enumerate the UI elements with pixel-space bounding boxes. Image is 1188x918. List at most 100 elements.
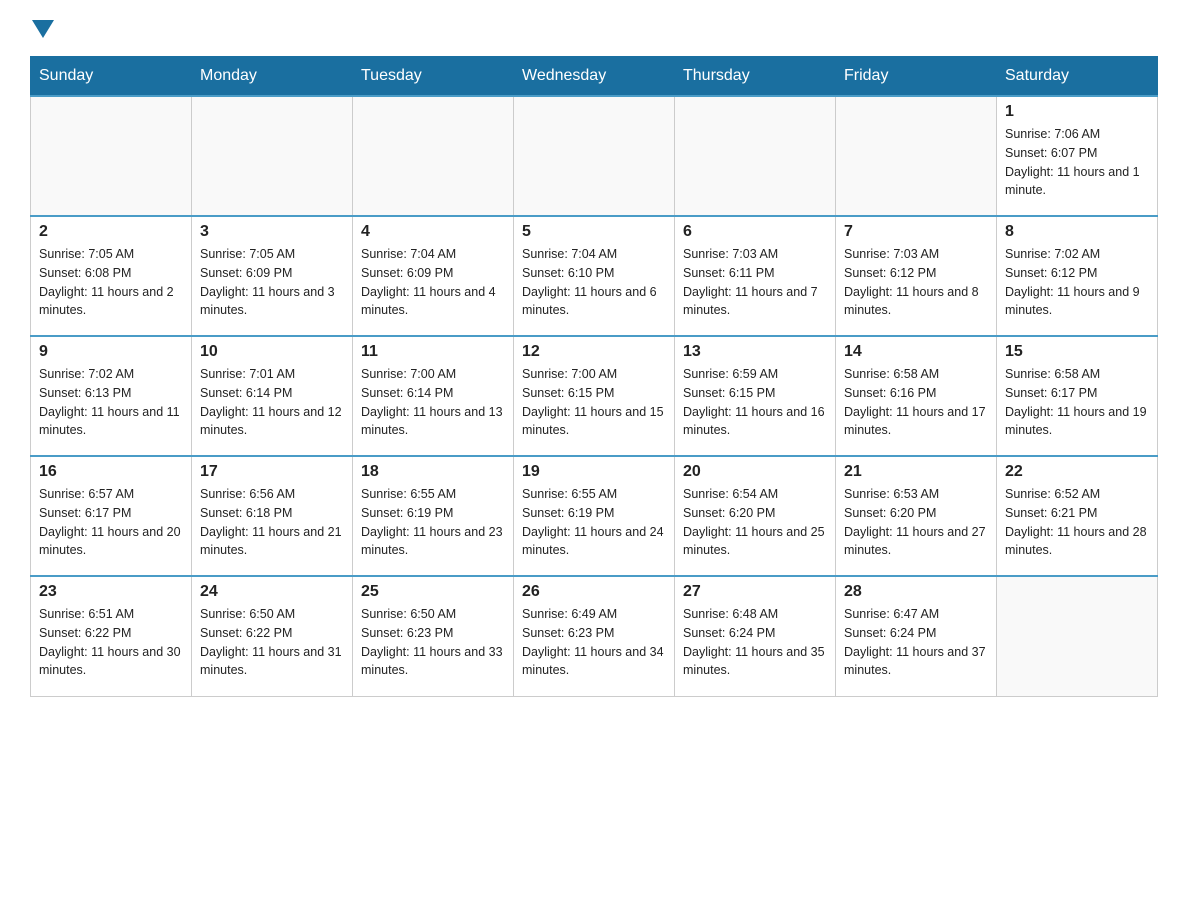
day-of-week-header: Thursday <box>675 57 836 97</box>
calendar-day-cell: 16 Sunrise: 6:57 AM Sunset: 6:17 PM Dayli… <box>31 456 192 576</box>
day-info: Sunrise: 7:03 AM Sunset: 6:11 PM Dayligh… <box>683 245 827 320</box>
day-info: Sunrise: 6:51 AM Sunset: 6:22 PM Dayligh… <box>39 605 183 680</box>
day-number: 9 <box>39 343 183 361</box>
day-info: Sunrise: 7:00 AM Sunset: 6:14 PM Dayligh… <box>361 365 505 440</box>
calendar-day-cell: 25Sunrise: 6:50 AM Sunset: 6:23 PM Dayli… <box>353 576 514 696</box>
calendar-day-cell <box>997 576 1158 696</box>
day-info: Sunrise: 6:53 AM Sunset: 6:20 PM Dayligh… <box>844 485 988 560</box>
day-info: Sunrise: 6:55 AM Sunset: 6:19 PM Dayligh… <box>361 485 505 560</box>
calendar-day-cell: 3 Sunrise: 7:05 AM Sunset: 6:09 PM Daylig… <box>192 216 353 336</box>
calendar-day-cell: 8Sunrise: 7:02 AM Sunset: 6:12 PM Daylig… <box>997 216 1158 336</box>
calendar-day-cell: 24Sunrise: 6:50 AM Sunset: 6:22 PM Dayli… <box>192 576 353 696</box>
day-info: Sunrise: 6:55 AM Sunset: 6:19 PM Dayligh… <box>522 485 666 560</box>
calendar-day-cell <box>675 96 836 216</box>
day-number: 18 <box>361 463 505 481</box>
day-info: Sunrise: 6:54 AM Sunset: 6:20 PM Dayligh… <box>683 485 827 560</box>
calendar-week-row: 16 Sunrise: 6:57 AM Sunset: 6:17 PM Dayli… <box>31 456 1158 576</box>
calendar-day-cell: 19 Sunrise: 6:55 AM Sunset: 6:19 PM Dayli… <box>514 456 675 576</box>
day-info: Sunrise: 6:48 AM Sunset: 6:24 PM Dayligh… <box>683 605 827 680</box>
day-number: 28 <box>844 583 988 601</box>
calendar-day-cell: 28 Sunrise: 6:47 AM Sunset: 6:24 PM Dayli… <box>836 576 997 696</box>
calendar-day-cell: 5 Sunrise: 7:04 AM Sunset: 6:10 PM Daylig… <box>514 216 675 336</box>
day-info: Sunrise: 7:05 AM Sunset: 6:09 PM Dayligh… <box>200 245 344 320</box>
calendar-day-cell: 15 Sunrise: 6:58 AM Sunset: 6:17 PM Dayli… <box>997 336 1158 456</box>
calendar-day-cell <box>192 96 353 216</box>
calendar-day-cell: 22 Sunrise: 6:52 AM Sunset: 6:21 PM Dayli… <box>997 456 1158 576</box>
day-info: Sunrise: 7:03 AM Sunset: 6:12 PM Dayligh… <box>844 245 988 320</box>
day-number: 26 <box>522 583 666 601</box>
day-number: 6 <box>683 223 827 241</box>
day-number: 7 <box>844 223 988 241</box>
day-of-week-header: Monday <box>192 57 353 97</box>
calendar-day-cell: 6 Sunrise: 7:03 AM Sunset: 6:11 PM Daylig… <box>675 216 836 336</box>
logo-arrow-icon <box>32 20 54 38</box>
day-info: Sunrise: 6:58 AM Sunset: 6:16 PM Dayligh… <box>844 365 988 440</box>
logo <box>30 20 54 38</box>
day-of-week-header: Friday <box>836 57 997 97</box>
day-info: Sunrise: 7:01 AM Sunset: 6:14 PM Dayligh… <box>200 365 344 440</box>
day-info: Sunrise: 7:02 AM Sunset: 6:13 PM Dayligh… <box>39 365 183 440</box>
day-number: 8 <box>1005 223 1149 241</box>
day-info: Sunrise: 7:00 AM Sunset: 6:15 PM Dayligh… <box>522 365 666 440</box>
calendar-day-cell: 12Sunrise: 7:00 AM Sunset: 6:15 PM Dayli… <box>514 336 675 456</box>
page-header <box>30 20 1158 38</box>
day-info: Sunrise: 7:05 AM Sunset: 6:08 PM Dayligh… <box>39 245 183 320</box>
calendar-week-row: 2 Sunrise: 7:05 AM Sunset: 6:08 PM Daylig… <box>31 216 1158 336</box>
day-number: 20 <box>683 463 827 481</box>
calendar-table: SundayMondayTuesdayWednesdayThursdayFrid… <box>30 56 1158 697</box>
day-number: 5 <box>522 223 666 241</box>
day-number: 2 <box>39 223 183 241</box>
day-info: Sunrise: 6:58 AM Sunset: 6:17 PM Dayligh… <box>1005 365 1149 440</box>
calendar-day-cell <box>514 96 675 216</box>
day-info: Sunrise: 6:57 AM Sunset: 6:17 PM Dayligh… <box>39 485 183 560</box>
day-number: 15 <box>1005 343 1149 361</box>
calendar-day-cell: 13 Sunrise: 6:59 AM Sunset: 6:15 PM Dayli… <box>675 336 836 456</box>
calendar-day-cell: 7 Sunrise: 7:03 AM Sunset: 6:12 PM Daylig… <box>836 216 997 336</box>
day-of-week-header: Tuesday <box>353 57 514 97</box>
calendar-day-cell: 17Sunrise: 6:56 AM Sunset: 6:18 PM Dayli… <box>192 456 353 576</box>
day-of-week-header: Wednesday <box>514 57 675 97</box>
day-number: 24 <box>200 583 344 601</box>
day-info: Sunrise: 7:06 AM Sunset: 6:07 PM Dayligh… <box>1005 125 1149 200</box>
day-number: 1 <box>1005 103 1149 121</box>
day-info: Sunrise: 6:52 AM Sunset: 6:21 PM Dayligh… <box>1005 485 1149 560</box>
calendar-week-row: 1 Sunrise: 7:06 AM Sunset: 6:07 PM Daylig… <box>31 96 1158 216</box>
day-number: 23 <box>39 583 183 601</box>
calendar-day-cell: 27 Sunrise: 6:48 AM Sunset: 6:24 PM Dayli… <box>675 576 836 696</box>
day-number: 13 <box>683 343 827 361</box>
calendar-day-cell: 20 Sunrise: 6:54 AM Sunset: 6:20 PM Dayli… <box>675 456 836 576</box>
calendar-day-cell: 26 Sunrise: 6:49 AM Sunset: 6:23 PM Dayli… <box>514 576 675 696</box>
calendar-week-row: 23 Sunrise: 6:51 AM Sunset: 6:22 PM Dayli… <box>31 576 1158 696</box>
calendar-day-cell: 2 Sunrise: 7:05 AM Sunset: 6:08 PM Daylig… <box>31 216 192 336</box>
calendar-day-cell <box>31 96 192 216</box>
day-of-week-header: Sunday <box>31 57 192 97</box>
day-number: 19 <box>522 463 666 481</box>
day-info: Sunrise: 6:56 AM Sunset: 6:18 PM Dayligh… <box>200 485 344 560</box>
calendar-day-cell: 10Sunrise: 7:01 AM Sunset: 6:14 PM Dayli… <box>192 336 353 456</box>
day-info: Sunrise: 7:04 AM Sunset: 6:10 PM Dayligh… <box>522 245 666 320</box>
day-number: 11 <box>361 343 505 361</box>
calendar-day-cell: 1 Sunrise: 7:06 AM Sunset: 6:07 PM Daylig… <box>997 96 1158 216</box>
calendar-day-cell: 18 Sunrise: 6:55 AM Sunset: 6:19 PM Dayli… <box>353 456 514 576</box>
calendar-day-cell: 23 Sunrise: 6:51 AM Sunset: 6:22 PM Dayli… <box>31 576 192 696</box>
day-number: 14 <box>844 343 988 361</box>
day-info: Sunrise: 6:47 AM Sunset: 6:24 PM Dayligh… <box>844 605 988 680</box>
day-of-week-header: Saturday <box>997 57 1158 97</box>
day-number: 27 <box>683 583 827 601</box>
calendar-day-cell: 4Sunrise: 7:04 AM Sunset: 6:09 PM Daylig… <box>353 216 514 336</box>
day-number: 4 <box>361 223 505 241</box>
calendar-day-cell: 14 Sunrise: 6:58 AM Sunset: 6:16 PM Dayli… <box>836 336 997 456</box>
day-number: 22 <box>1005 463 1149 481</box>
calendar-day-cell: 21 Sunrise: 6:53 AM Sunset: 6:20 PM Dayli… <box>836 456 997 576</box>
calendar-day-cell: 11 Sunrise: 7:00 AM Sunset: 6:14 PM Dayli… <box>353 336 514 456</box>
day-info: Sunrise: 6:49 AM Sunset: 6:23 PM Dayligh… <box>522 605 666 680</box>
day-number: 25 <box>361 583 505 601</box>
calendar-day-cell: 9 Sunrise: 7:02 AM Sunset: 6:13 PM Daylig… <box>31 336 192 456</box>
calendar-day-cell <box>353 96 514 216</box>
day-number: 16 <box>39 463 183 481</box>
day-number: 21 <box>844 463 988 481</box>
calendar-day-cell <box>836 96 997 216</box>
calendar-header-row: SundayMondayTuesdayWednesdayThursdayFrid… <box>31 57 1158 97</box>
day-number: 3 <box>200 223 344 241</box>
day-info: Sunrise: 6:59 AM Sunset: 6:15 PM Dayligh… <box>683 365 827 440</box>
